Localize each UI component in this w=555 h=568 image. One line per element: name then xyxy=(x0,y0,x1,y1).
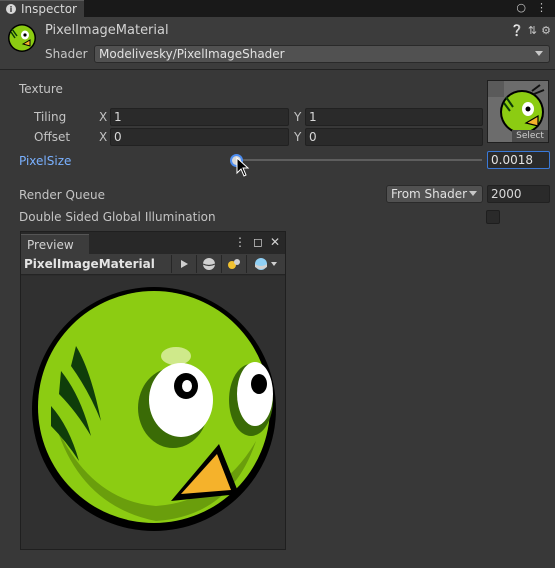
pixelsize-slider-track[interactable] xyxy=(238,159,482,161)
header-icons: ❔ ⇅ ⚙ xyxy=(510,24,551,37)
chevron-down-icon xyxy=(535,51,543,56)
shader-dropdown-value: Modelivesky/PixelImageShader xyxy=(99,47,285,61)
help-icon[interactable]: ❔ xyxy=(510,24,524,37)
preview-toolbar: PixelImageMaterial xyxy=(21,254,285,275)
close-icon[interactable]: ✕ xyxy=(270,235,280,249)
tiling-label: Tiling xyxy=(34,110,67,124)
offset-x-field[interactable]: 0 xyxy=(110,128,289,146)
offset-y-field[interactable]: 0 xyxy=(305,128,483,146)
window-menu: ○ ⋮ xyxy=(516,1,547,14)
preset-icon[interactable]: ⇅ xyxy=(528,24,537,37)
material-preview-icon xyxy=(8,24,36,52)
kebab-menu-icon[interactable]: ⋮ xyxy=(234,235,246,249)
tiling-x-label: X xyxy=(99,110,108,124)
preview-tab[interactable]: Preview xyxy=(21,234,89,254)
material-header: PixelImageMaterial ❔ ⇅ ⚙ Shader Modelive… xyxy=(0,17,555,70)
render-queue-label: Render Queue xyxy=(19,188,105,202)
settings-gear-icon[interactable]: ⚙ xyxy=(541,24,551,37)
bird-preview-render xyxy=(32,287,276,531)
kebab-menu-icon[interactable]: ⋮ xyxy=(536,1,547,14)
play-button[interactable] xyxy=(171,255,196,273)
play-icon xyxy=(181,260,188,268)
pixelsize-label: PixelSize xyxy=(19,154,72,168)
double-sided-gi-label: Double Sided Global Illumination xyxy=(19,210,216,224)
offset-label: Offset xyxy=(34,130,71,144)
info-icon: i xyxy=(6,4,16,14)
texture-label: Texture xyxy=(19,82,63,96)
sphere-mesh-icon xyxy=(202,258,216,270)
tiling-x-field[interactable]: 1 xyxy=(110,108,289,126)
lights-icon xyxy=(228,259,240,269)
window-tab-bar: i Inspector ○ ⋮ xyxy=(0,0,555,17)
preview-background-dropdown[interactable] xyxy=(246,255,284,273)
preview-window-controls: ⋮ ◻ ✕ xyxy=(234,235,280,249)
chevron-down-icon xyxy=(469,191,477,196)
material-name: PixelImageMaterial xyxy=(45,23,169,38)
background-sphere-icon xyxy=(254,258,277,270)
offset-y-label: Y xyxy=(294,130,302,144)
preview-mesh-button[interactable] xyxy=(196,255,221,273)
double-sided-gi-checkbox[interactable] xyxy=(486,210,500,224)
tiling-y-label: Y xyxy=(294,110,302,124)
mouse-cursor-icon xyxy=(236,157,250,177)
shader-label: Shader xyxy=(45,47,88,61)
preview-title: PixelImageMaterial xyxy=(24,257,155,271)
inspector-tab-label: Inspector xyxy=(21,2,77,16)
preview-panel: Preview ⋮ ◻ ✕ PixelImageMaterial xyxy=(20,231,286,550)
shader-dropdown[interactable]: Modelivesky/PixelImageShader xyxy=(94,45,550,63)
preview-tab-bar: Preview ⋮ ◻ ✕ xyxy=(21,232,285,254)
preview-lights-button[interactable] xyxy=(221,255,246,273)
tiling-y-field[interactable]: 1 xyxy=(305,108,483,126)
inspector-tab[interactable]: i Inspector xyxy=(0,0,84,17)
pixelsize-field[interactable]: 0.0018 xyxy=(487,151,550,169)
texture-select-button[interactable]: Select xyxy=(512,130,548,142)
render-queue-mode: From Shader xyxy=(391,187,468,201)
maximize-icon[interactable]: ◻ xyxy=(253,235,263,249)
lock-icon[interactable]: ○ xyxy=(516,1,526,14)
render-queue-dropdown[interactable]: From Shader xyxy=(386,185,483,203)
texture-slot[interactable]: Select xyxy=(487,80,549,143)
preview-viewport[interactable] xyxy=(21,276,285,549)
render-queue-field[interactable]: 2000 xyxy=(487,185,550,203)
offset-x-label: X xyxy=(99,130,108,144)
